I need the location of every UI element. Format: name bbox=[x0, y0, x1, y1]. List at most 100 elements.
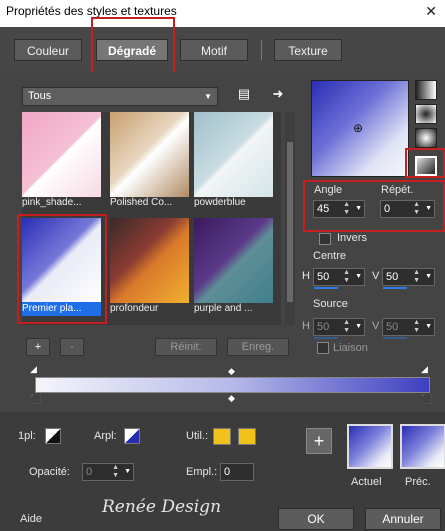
foreground-swatch-icon[interactable] bbox=[45, 428, 61, 444]
rectangular-style-icon[interactable] bbox=[415, 104, 437, 124]
gradient-item[interactable]: profondeur bbox=[110, 218, 189, 314]
gradient-item-label: pink_shade... bbox=[22, 197, 82, 208]
gradient-thumbnail-icon bbox=[110, 112, 189, 197]
opacity-input: 0 ▲ ▼ ▼ bbox=[82, 463, 134, 481]
link-label: Liaison bbox=[333, 342, 368, 354]
gradient-thumbnail-icon bbox=[22, 112, 101, 197]
util-color-2[interactable] bbox=[238, 428, 256, 445]
midpoint-marker-top[interactable]: ◆ bbox=[228, 366, 235, 377]
chevron-down-icon: ▼ bbox=[425, 323, 432, 330]
gradient-item-label: Polished Co... bbox=[110, 197, 173, 208]
current-gradient-swatch[interactable] bbox=[347, 424, 393, 469]
center-label: Centre bbox=[313, 250, 347, 262]
empl-value: 0 bbox=[224, 466, 231, 478]
tab-bar: Couleur Dégradé Motif Texture bbox=[0, 27, 445, 72]
gradient-preview[interactable]: ⊕ bbox=[311, 80, 409, 177]
midpoint-marker-bottom[interactable]: ◆ bbox=[228, 393, 235, 404]
spin-arrows-icon[interactable]: ▲ ▼ bbox=[413, 269, 420, 285]
cancel-button[interactable]: Annuler bbox=[365, 508, 441, 530]
previous-gradient-swatch[interactable] bbox=[400, 424, 445, 469]
gradient-item-label: purple and ... bbox=[194, 303, 253, 314]
source-v-slider bbox=[383, 337, 407, 339]
source-h-label: H bbox=[302, 320, 310, 332]
remove-gradient-button[interactable]: - bbox=[60, 338, 84, 356]
source-label: Source bbox=[313, 298, 348, 310]
invert-checkbox[interactable] bbox=[319, 233, 331, 245]
arpl-label: Arpl: bbox=[94, 430, 117, 442]
1pl-label: 1pl: bbox=[18, 430, 36, 442]
gradient-editor-bar[interactable] bbox=[35, 377, 430, 393]
util-label: Util.: bbox=[186, 430, 208, 442]
window-titlebar: Propriétés des styles et textures ✕ bbox=[0, 0, 445, 27]
gradient-thumbnail-icon bbox=[194, 218, 273, 303]
gradient-item[interactable]: purple and ... bbox=[194, 218, 273, 314]
gradient-item[interactable]: powderblue bbox=[194, 112, 273, 208]
help-link[interactable]: Aide bbox=[20, 513, 42, 525]
color-stop-marker-top[interactable]: ◢ bbox=[421, 364, 428, 375]
center-v-value: 50 bbox=[386, 271, 399, 283]
chevron-down-icon: ▼ bbox=[355, 323, 362, 330]
color-stop-end[interactable]: ⬛ bbox=[421, 394, 432, 405]
source-v-label: V bbox=[372, 320, 380, 332]
background-swatch-icon[interactable] bbox=[124, 428, 140, 444]
tab-couleur[interactable]: Couleur bbox=[14, 39, 82, 61]
chevron-down-icon: ▼ bbox=[204, 92, 212, 101]
spin-arrows-icon: ▲ ▼ bbox=[413, 319, 420, 334]
add-gradient-button[interactable]: + bbox=[26, 338, 50, 356]
category-dropdown-value: Tous bbox=[28, 90, 52, 102]
invert-label: Invers bbox=[337, 232, 367, 244]
watermark-logo: Renée Design bbox=[102, 497, 222, 517]
previous-label: Préc. bbox=[405, 476, 431, 488]
gradient-item[interactable]: Polished Co... bbox=[110, 112, 189, 208]
category-dropdown[interactable]: Tous ▼ bbox=[22, 87, 218, 106]
center-h-slider[interactable] bbox=[314, 287, 338, 289]
close-icon[interactable]: ✕ bbox=[425, 0, 437, 22]
tab-motif[interactable]: Motif bbox=[180, 39, 248, 61]
util-color-1[interactable] bbox=[213, 428, 231, 445]
chevron-down-icon[interactable]: ▼ bbox=[425, 269, 432, 285]
gradient-item[interactable]: pink_shade... bbox=[22, 112, 101, 208]
source-v-value: 50 bbox=[386, 321, 399, 333]
source-h-value: 50 bbox=[317, 321, 330, 333]
center-v-label: V bbox=[372, 270, 380, 282]
current-label: Actuel bbox=[351, 476, 382, 488]
center-v-input[interactable]: 50 ▲ ▼ ▼ bbox=[382, 268, 435, 286]
gradient-item-label: profondeur bbox=[110, 303, 159, 314]
tab-texture[interactable]: Texture bbox=[274, 39, 342, 61]
color-stop-marker-top[interactable]: ◢ bbox=[30, 364, 37, 375]
linear-style-icon[interactable] bbox=[415, 80, 437, 100]
spin-arrows-icon: ▲ ▼ bbox=[343, 319, 350, 334]
center-h-label: H bbox=[302, 270, 310, 282]
link-checkbox bbox=[317, 342, 329, 354]
source-h-slider bbox=[314, 337, 338, 339]
chevron-down-icon[interactable]: ▼ bbox=[355, 269, 362, 285]
save-button[interactable]: Enreg. bbox=[227, 338, 289, 356]
spin-arrows-icon[interactable]: ▲ ▼ bbox=[343, 269, 350, 285]
list-view-icon[interactable]: ▤ bbox=[236, 86, 252, 102]
crosshair-icon: ⊕ bbox=[353, 121, 364, 135]
source-h-input: 50 ▲ ▼ ▼ bbox=[313, 318, 365, 336]
gradient-item-label: powderblue bbox=[194, 197, 246, 208]
color-stop-start[interactable]: ⬛ bbox=[30, 394, 41, 405]
spin-arrows-icon: ▲ ▼ bbox=[112, 464, 119, 479]
highlight-degrade-tab bbox=[91, 17, 175, 77]
add-to-swatches-button[interactable]: + bbox=[306, 428, 332, 454]
ok-button[interactable]: OK bbox=[278, 508, 354, 530]
opacity-value: 0 bbox=[86, 466, 93, 478]
reset-button[interactable]: Réinit. bbox=[155, 338, 217, 356]
chevron-down-icon: ▼ bbox=[124, 468, 131, 475]
arrow-right-icon[interactable]: ➜ bbox=[270, 86, 286, 102]
gradient-thumbnail-icon bbox=[110, 218, 189, 303]
highlight-angle-repeat bbox=[303, 180, 445, 232]
source-v-input: 50 ▲ ▼ ▼ bbox=[382, 318, 435, 336]
scrollbar-thumb[interactable] bbox=[287, 142, 293, 302]
center-v-slider[interactable] bbox=[383, 287, 407, 289]
opacity-label: Opacité: bbox=[29, 466, 70, 478]
highlight-selected-gradient bbox=[17, 214, 107, 324]
gradient-thumbnail-icon bbox=[194, 112, 273, 197]
library-scrollbar[interactable] bbox=[285, 112, 295, 325]
window-title: Propriétés des styles et textures bbox=[6, 4, 177, 18]
empl-input[interactable]: 0 bbox=[220, 463, 254, 481]
center-h-input[interactable]: 50 ▲ ▼ ▼ bbox=[313, 268, 365, 286]
radial-style-icon[interactable] bbox=[415, 128, 437, 148]
